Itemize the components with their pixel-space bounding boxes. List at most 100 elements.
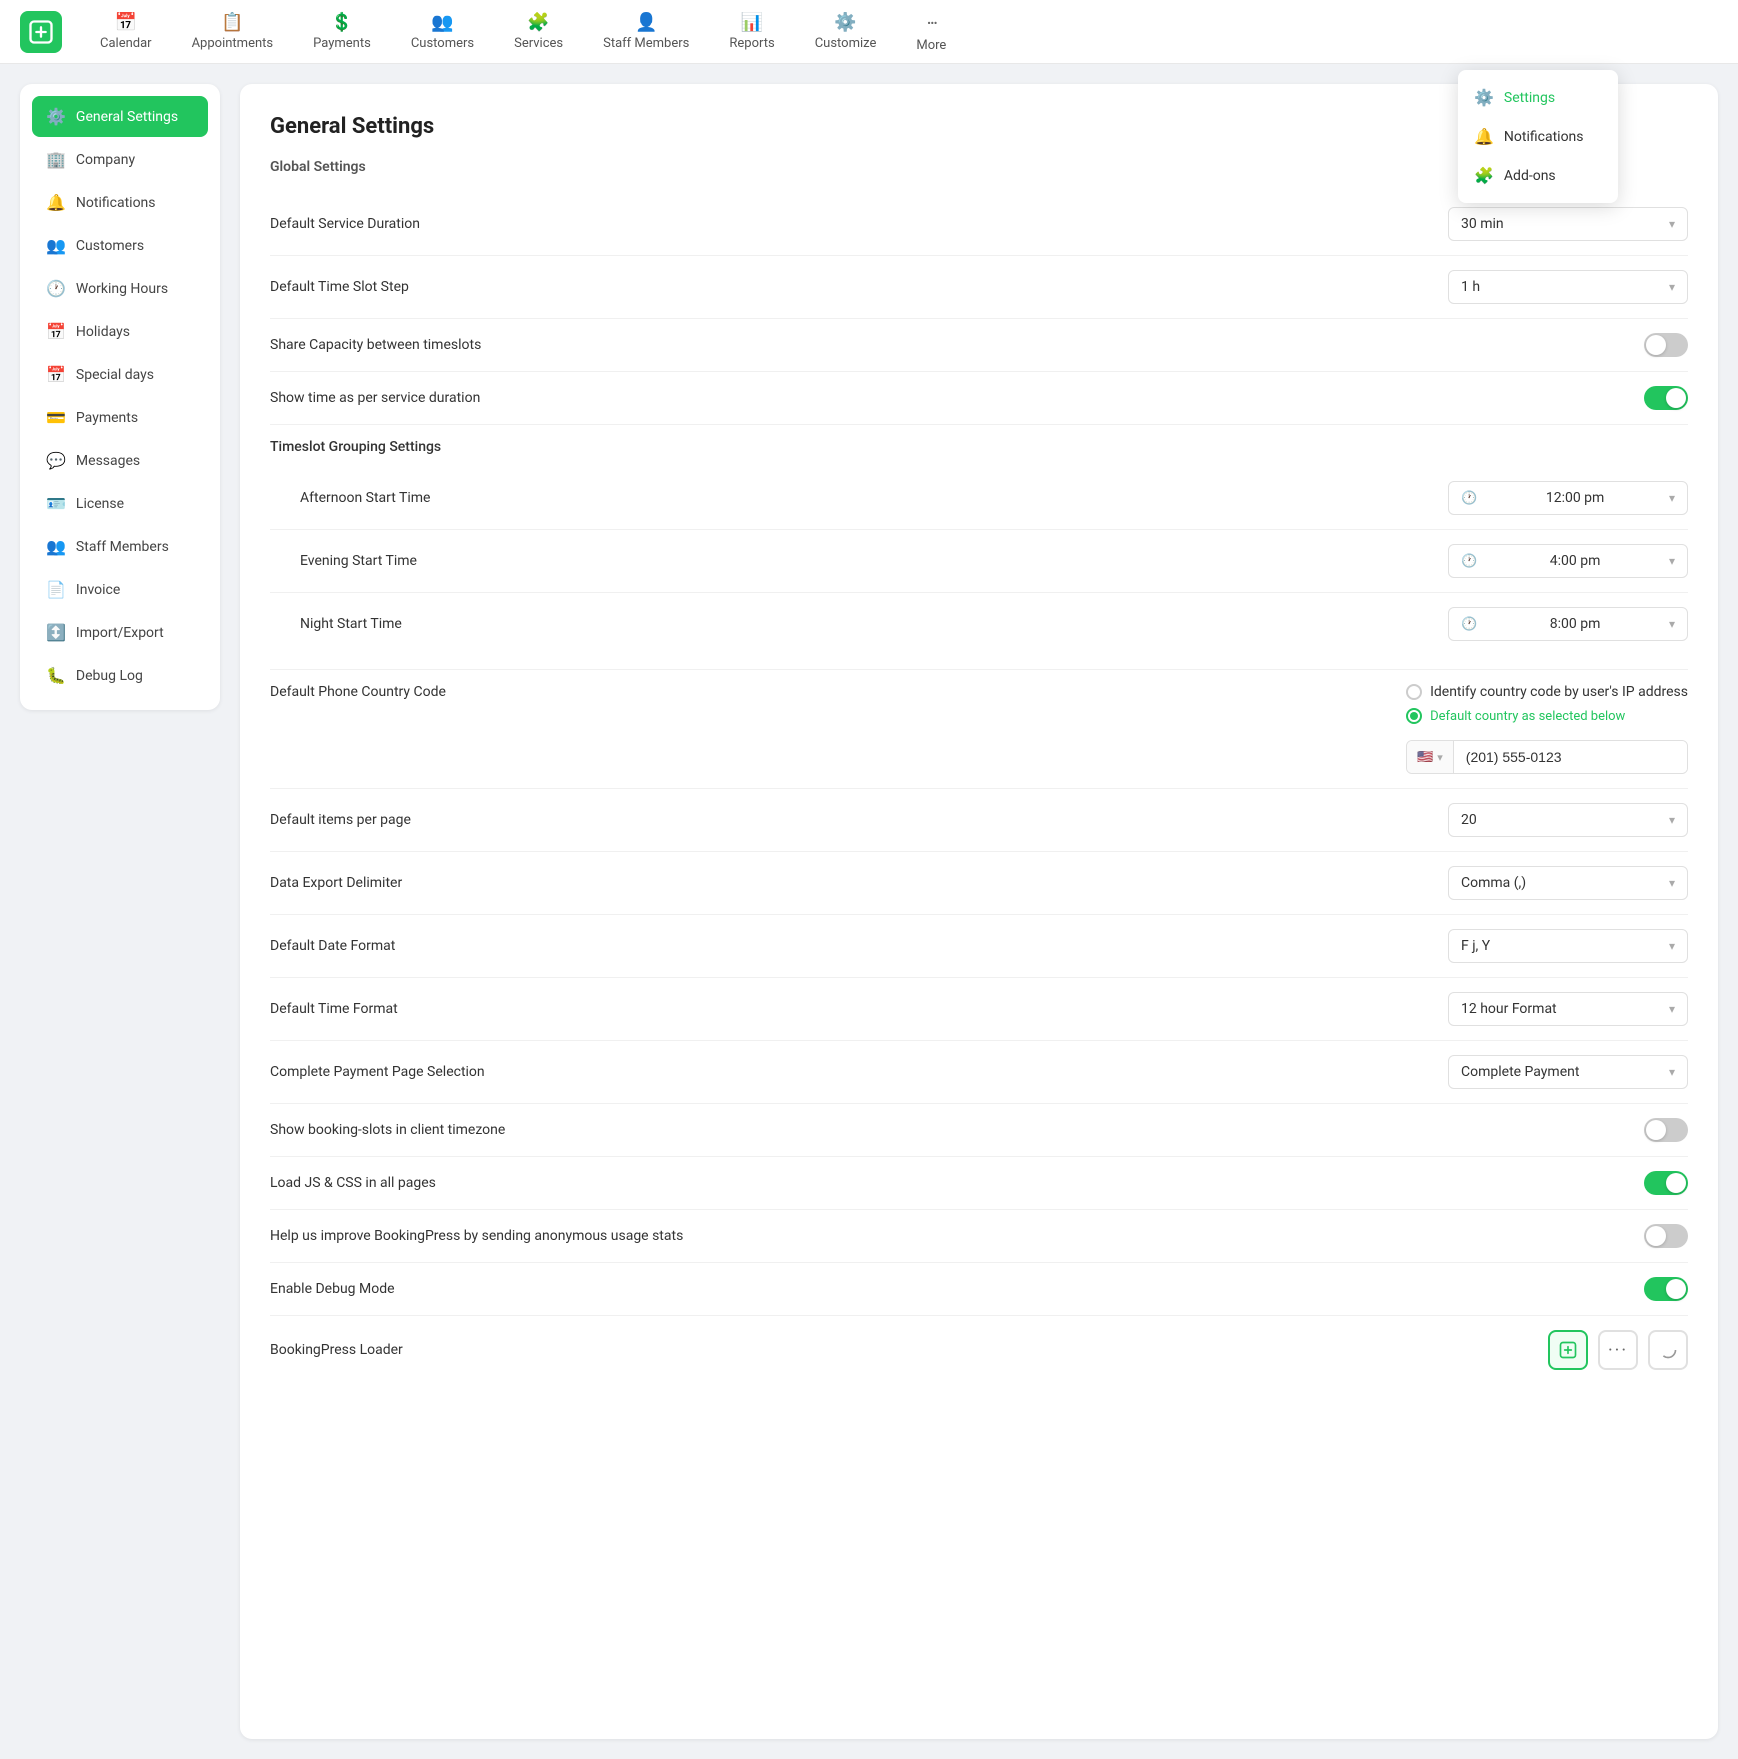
setting-afternoon-start: Afternoon Start Time 🕐 12:00 pm ▾ [270,467,1688,530]
dropdown-addons-label: Add-ons [1504,168,1556,184]
nav-reports-label: Reports [729,36,774,51]
sidebar-item-messages[interactable]: 💬 Messages [32,440,208,481]
sidebar-item-special-days[interactable]: 📅 Special days [32,354,208,395]
sidebar-item-holidays[interactable]: 📅 Holidays [32,311,208,352]
default-time-slot-step-value: 1 h [1461,279,1480,295]
setting-load-js-css: Load JS & CSS in all pages [270,1157,1688,1210]
radio-default-country[interactable]: Default country as selected below [1406,708,1688,724]
sidebar-notifications-label: Notifications [76,195,156,211]
app-logo[interactable] [20,11,62,53]
data-export-delimiter-label: Data Export Delimiter [270,875,402,891]
general-settings-icon: ⚙️ [46,107,66,126]
debug-log-icon: 🐛 [46,666,66,685]
load-js-css-label: Load JS & CSS in all pages [270,1175,436,1191]
anonymous-usage-toggle[interactable] [1644,1224,1688,1248]
sidebar-item-payments[interactable]: 💳 Payments [32,397,208,438]
time-format-label: Default Time Format [270,1001,398,1017]
evening-start-value: 4:00 pm [1550,553,1601,569]
sidebar-item-general-settings[interactable]: ⚙️ General Settings [32,96,208,137]
phone-country-label: Default Phone Country Code [270,684,446,700]
main-content: General Settings Global Settings Default… [240,84,1718,1739]
nav-services-label: Services [514,36,563,51]
data-export-delimiter-value: Comma (,) [1461,875,1526,891]
afternoon-start-select[interactable]: 🕐 12:00 pm ▾ [1448,481,1688,515]
toggle-knob [1666,1173,1686,1193]
nav-calendar[interactable]: 📅 Calendar [82,4,170,59]
nav-customers-label: Customers [411,36,474,51]
dropdown-addons[interactable]: 🧩 Add-ons [1458,156,1618,195]
top-nav: 📅 Calendar 📋 Appointments 💲 Payments 👥 C… [0,0,1738,64]
loader-option-spinner[interactable] [1648,1330,1688,1370]
sidebar-special-days-label: Special days [76,367,154,383]
show-time-service-toggle[interactable] [1644,386,1688,410]
radio-default-label: Default country as selected below [1430,709,1625,724]
nav-reports[interactable]: 📊 Reports [711,4,792,59]
sidebar-item-customers[interactable]: 👥 Customers [32,225,208,266]
sidebar-item-import-export[interactable]: ↕️ Import/Export [32,612,208,653]
default-service-duration-value: 30 min [1461,216,1504,232]
sidebar-item-company[interactable]: 🏢 Company [32,139,208,180]
nav-items: 📅 Calendar 📋 Appointments 💲 Payments 👥 C… [82,3,1718,61]
nav-customize[interactable]: ⚙️ Customize [797,4,895,59]
notifications-dropdown-icon: 🔔 [1474,127,1494,146]
default-service-duration-select[interactable]: 30 min ▾ [1448,207,1688,241]
setting-client-timezone: Show booking-slots in client timezone [270,1104,1688,1157]
sidebar-item-staff[interactable]: 👥 Staff Members [32,526,208,567]
loader-option-dots[interactable]: ··· [1598,1330,1638,1370]
nav-appointments[interactable]: 📋 Appointments [174,4,292,59]
setting-default-time-slot-step: Default Time Slot Step 1 h ▾ [270,256,1688,319]
debug-mode-label: Enable Debug Mode [270,1281,395,1297]
nav-services[interactable]: 🧩 Services [496,4,581,59]
client-timezone-toggle[interactable] [1644,1118,1688,1142]
debug-mode-toggle[interactable] [1644,1277,1688,1301]
payments-sidebar-icon: 💳 [46,408,66,427]
chevron-down-icon: ▾ [1669,491,1675,505]
date-format-select[interactable]: F j, Y ▾ [1448,929,1688,963]
nav-customers[interactable]: 👥 Customers [393,4,492,59]
sidebar-customers-label: Customers [76,238,144,254]
radio-ip-label: Identify country code by user's IP addre… [1430,684,1688,700]
settings-dropdown-icon: ⚙️ [1474,88,1494,107]
night-start-select[interactable]: 🕐 8:00 pm ▾ [1448,607,1688,641]
nav-appointments-label: Appointments [192,36,274,51]
load-js-css-toggle[interactable] [1644,1171,1688,1195]
default-time-slot-step-select[interactable]: 1 h ▾ [1448,270,1688,304]
data-export-delimiter-select[interactable]: Comma (,) ▾ [1448,866,1688,900]
nav-payments[interactable]: 💲 Payments [295,4,389,59]
customers-nav-icon: 👥 [431,12,453,33]
phone-number-input[interactable] [1454,741,1687,773]
items-per-page-select[interactable]: 20 ▾ [1448,803,1688,837]
more-icon: ··· [927,11,937,35]
sidebar-item-license[interactable]: 🪪 License [32,483,208,524]
time-format-select[interactable]: 12 hour Format ▾ [1448,992,1688,1026]
setting-data-export-delimiter: Data Export Delimiter Comma (,) ▾ [270,852,1688,915]
dropdown-settings[interactable]: ⚙️ Settings [1458,78,1618,117]
share-capacity-label: Share Capacity between timeslots [270,337,481,353]
dropdown-settings-label: Settings [1504,90,1555,106]
complete-payment-label: Complete Payment Page Selection [270,1064,485,1080]
sidebar-item-notifications[interactable]: 🔔 Notifications [32,182,208,223]
loader-option-logo[interactable] [1548,1330,1588,1370]
sidebar-item-invoice[interactable]: 📄 Invoice [32,569,208,610]
phone-flag-selector[interactable]: 🇺🇸 ▾ [1407,741,1454,773]
evening-start-select[interactable]: 🕐 4:00 pm ▾ [1448,544,1688,578]
radio-ip-address[interactable]: Identify country code by user's IP addre… [1406,684,1688,700]
nav-more[interactable]: ··· More [898,3,964,61]
chevron-down-icon: ▾ [1669,280,1675,294]
loader-options: ··· [1548,1330,1688,1370]
nav-staff-members[interactable]: 👤 Staff Members [585,4,707,59]
share-capacity-toggle[interactable] [1644,333,1688,357]
nav-calendar-label: Calendar [100,36,152,51]
complete-payment-select[interactable]: Complete Payment ▾ [1448,1055,1688,1089]
setting-evening-start: Evening Start Time 🕐 4:00 pm ▾ [270,530,1688,593]
nav-payments-label: Payments [313,36,371,51]
clock-icon: 🕐 [1461,617,1477,632]
working-hours-icon: 🕐 [46,279,66,298]
clock-icon: 🕐 [1461,491,1477,506]
sidebar-item-debug-log[interactable]: 🐛 Debug Log [32,655,208,696]
phone-input-field[interactable]: 🇺🇸 ▾ [1406,740,1688,774]
appointments-icon: 📋 [221,12,243,33]
sidebar-item-working-hours[interactable]: 🕐 Working Hours [32,268,208,309]
dropdown-notifications[interactable]: 🔔 Notifications [1458,117,1618,156]
setting-debug-mode: Enable Debug Mode [270,1263,1688,1316]
